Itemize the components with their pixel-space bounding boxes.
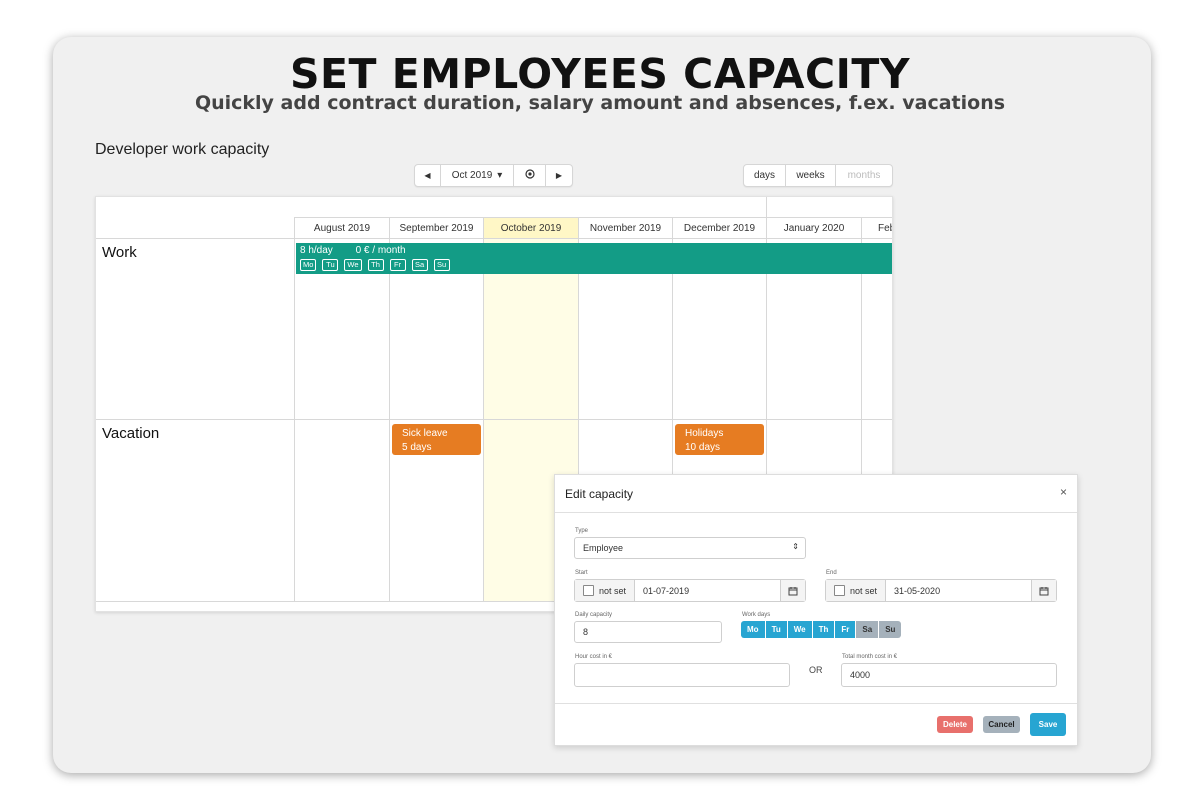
- end-date-input[interactable]: 31-05-2020: [886, 580, 1031, 601]
- edit-capacity-modal: Edit capacity × Type Employee ⇕ Start no…: [554, 474, 1078, 746]
- work-day-toggle[interactable]: We: [787, 621, 813, 638]
- day-badge: We: [344, 259, 362, 271]
- hero-subtitle: Quickly add contract duration, salary am…: [194, 92, 1006, 114]
- modal-header-divider: [555, 512, 1077, 513]
- start-label: Start: [575, 570, 588, 576]
- month-header: January 2020: [783, 223, 845, 234]
- event-title: Sick leave: [402, 428, 448, 439]
- month-header: September 2019: [399, 223, 474, 234]
- section-title: Developer work capacity: [95, 141, 270, 158]
- type-value: Employee: [583, 543, 624, 553]
- view-weeks-button[interactable]: weeks: [786, 165, 836, 186]
- delete-button[interactable]: Delete: [937, 716, 973, 733]
- day-badge: Fr: [389, 259, 406, 271]
- cancel-button[interactable]: Cancel: [983, 716, 1020, 733]
- view-days-button[interactable]: days: [744, 165, 786, 186]
- end-not-set: not set: [826, 580, 887, 601]
- next-period-button[interactable]: ▶: [546, 165, 572, 186]
- hour-cost-label: Hour cost in €: [575, 654, 613, 660]
- hour-cost-input[interactable]: [574, 663, 790, 687]
- chevron-down-icon: ▾: [497, 170, 503, 181]
- event-duration: 10 days: [685, 442, 721, 453]
- modal-footer-divider: [555, 703, 1077, 704]
- column-divider: [483, 217, 484, 601]
- work-day-toggle[interactable]: Th: [812, 621, 836, 638]
- day-badge: Tu: [322, 259, 339, 271]
- daily-capacity-input[interactable]: 8: [574, 621, 722, 643]
- event-title: Holidays: [685, 428, 724, 439]
- prev-period-button[interactable]: ◀: [415, 165, 441, 186]
- today-button[interactable]: [514, 165, 546, 186]
- work-days-label: Work days: [742, 612, 771, 618]
- column-divider: [389, 217, 390, 601]
- hero-title: SET EMPLOYEES CAPACITY: [289, 50, 911, 98]
- month-cost-label: Total month cost in €: [842, 654, 898, 660]
- start-not-set-checkbox[interactable]: [583, 585, 594, 596]
- month-header: August 2019: [313, 223, 371, 234]
- event-sick-leave[interactable]: Sick leave 5 days: [392, 424, 481, 455]
- start-not-set-label: not set: [599, 585, 627, 596]
- caret-left-icon: ◀: [424, 171, 431, 180]
- select-arrows-icon: ⇕: [792, 542, 799, 551]
- modal-title: Edit capacity: [565, 487, 634, 501]
- work-day-toggle[interactable]: Tu: [765, 621, 788, 638]
- work-day-toggle[interactable]: Fr: [835, 621, 857, 638]
- work-capacity-bar[interactable]: 8 h/day 0 € / month Mo Tu We Th Fr Sa Su: [296, 243, 892, 274]
- period-dropdown[interactable]: Oct 2019 ▾: [441, 165, 514, 186]
- month-header: November 2019: [589, 223, 662, 234]
- work-day-toggle[interactable]: Mo: [741, 621, 766, 638]
- end-not-set-checkbox[interactable]: [834, 585, 845, 596]
- event-holidays[interactable]: Holidays 10 days: [675, 424, 764, 455]
- target-icon: [524, 169, 535, 182]
- month-header: Feb: [878, 223, 892, 234]
- calendar-icon[interactable]: [780, 580, 805, 601]
- close-icon[interactable]: ×: [1060, 485, 1067, 499]
- view-switcher: days weeks months: [743, 164, 893, 187]
- month-cost-input[interactable]: 4000: [841, 663, 1057, 687]
- work-day-toggle[interactable]: Sa: [856, 621, 880, 638]
- calendar-icon[interactable]: [1031, 580, 1056, 601]
- view-months-button[interactable]: months: [836, 165, 892, 186]
- event-duration: 5 days: [402, 442, 432, 453]
- work-days-badges: Mo Tu We Th Fr Sa Su: [300, 259, 450, 271]
- end-date-group: not set 31-05-2020: [825, 579, 1057, 602]
- column-divider: [294, 217, 295, 601]
- start-date-group: not set 01-07-2019: [574, 579, 806, 602]
- month-header-current: October 2019: [500, 223, 562, 234]
- day-badge: Th: [367, 259, 384, 271]
- day-badge: Su: [433, 259, 450, 271]
- row-label-vacation: Vacation: [102, 425, 160, 442]
- or-label: OR: [809, 665, 823, 675]
- day-badge: Mo: [300, 259, 317, 271]
- row-divider: [96, 419, 892, 420]
- work-days-toggle-group: Mo Tu We Th Fr Sa Su: [741, 621, 902, 638]
- period-label: Oct 2019: [451, 170, 493, 181]
- end-label: End: [826, 570, 837, 576]
- type-select[interactable]: Employee ⇕: [574, 537, 806, 559]
- daily-capacity-label: Daily capacity: [575, 612, 613, 618]
- start-not-set: not set: [575, 580, 636, 601]
- month-header: December 2019: [683, 223, 756, 234]
- caret-right-icon: ▶: [555, 171, 563, 180]
- save-button[interactable]: Save: [1030, 713, 1066, 736]
- work-hours: 8 h/day: [300, 245, 333, 256]
- work-day-toggle[interactable]: Su: [879, 621, 902, 638]
- end-not-set-label: not set: [850, 585, 878, 596]
- day-badge: Sa: [411, 259, 428, 271]
- start-date-input[interactable]: 01-07-2019: [635, 580, 780, 601]
- work-cost: 0 € / month: [355, 245, 406, 256]
- type-label: Type: [575, 528, 589, 534]
- row-label-work: Work: [102, 244, 137, 261]
- period-navigation: ◀ Oct 2019 ▾ ▶: [414, 164, 573, 187]
